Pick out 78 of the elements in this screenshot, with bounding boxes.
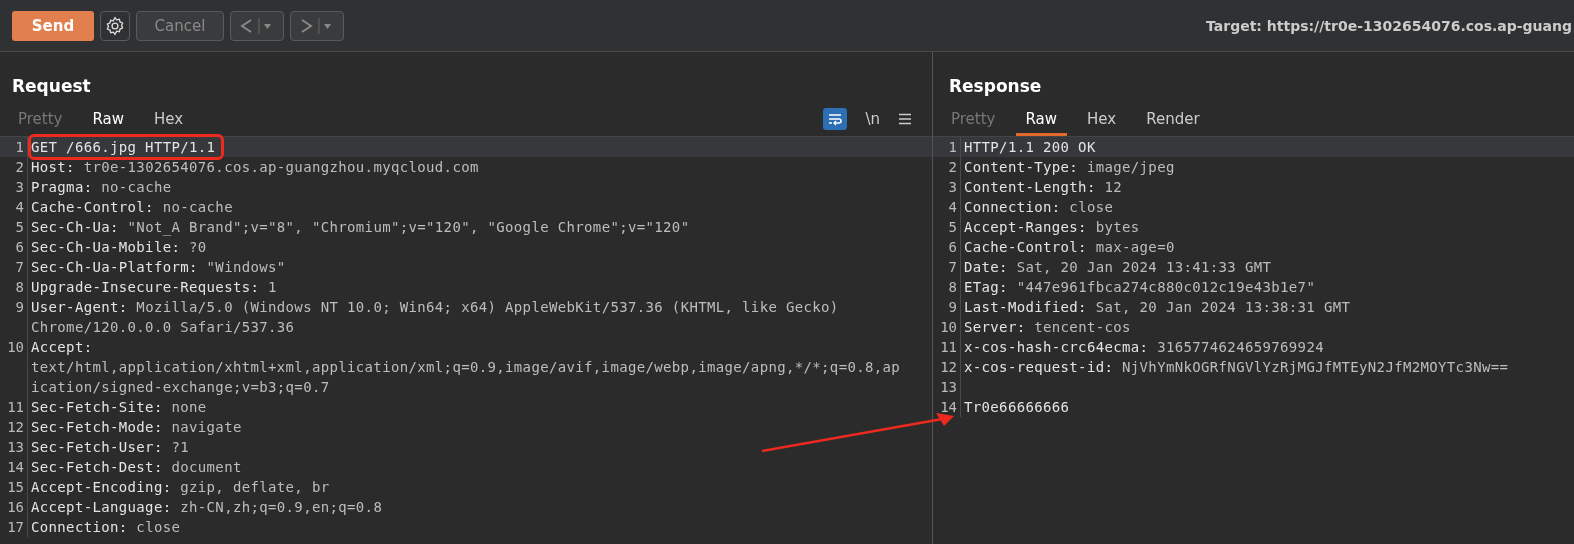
code-line: Date: Sat, 20 Jan 2024 13:41:33 GMT: [964, 258, 1272, 277]
line-number: 4: [0, 197, 28, 217]
line-number: 7: [0, 257, 28, 277]
code-line: Sec-Ch-Ua-Platform: "Windows": [31, 258, 286, 277]
code-line: Sec-Ch-Ua: "Not_A Brand";v="8", "Chromium";v="120", "Google Chrome";v="120": [31, 218, 690, 237]
wrap-toggle[interactable]: [823, 108, 848, 130]
code-line: Connection: close: [31, 518, 181, 537]
code-line: Content-Length: 12: [964, 178, 1123, 197]
code-line: Accept-Language: zh-CN,zh;q=0.9,en;q=0.8: [31, 498, 383, 517]
line-number: 10: [0, 337, 28, 357]
line-number: 16: [0, 497, 28, 517]
pane-title: Request: [11, 75, 92, 98]
code-line: x-cos-hash-crc64ecma: 3165774624659769924: [964, 338, 1324, 357]
code-line: Sec-Ch-Ua-Mobile: ?0: [31, 238, 207, 257]
view-tab[interactable]: Hex: [144, 102, 194, 136]
view-tab[interactable]: Hex: [1077, 102, 1127, 136]
line-number: 8: [933, 277, 961, 297]
line-number: 3: [933, 177, 961, 197]
code-line: Host: tr0e-1302654076.cos.ap-guangzhou.myqcloud.com: [31, 158, 479, 177]
back-button[interactable]: [230, 10, 284, 41]
view-tab[interactable]: Render: [1136, 102, 1210, 136]
code-line: Server: tencent-cos: [964, 318, 1131, 337]
newline-toggle[interactable]: \n: [865, 110, 880, 128]
code-line: Chrome/120.0.0.0 Safari/537.36: [31, 318, 295, 337]
code-line: Last-Modified: Sat, 20 Jan 2024 13:38:31 GMT: [964, 298, 1351, 317]
line-number: 2: [933, 157, 961, 177]
line-number: 4: [933, 197, 961, 217]
line-number: 1: [0, 137, 28, 157]
view-tab[interactable]: Raw: [82, 102, 135, 136]
code-line: Accept-Ranges: bytes: [964, 218, 1140, 237]
code-line: Cache-Control: no-cache: [31, 198, 233, 217]
code-line: Accept:: [31, 338, 93, 357]
code-line: Upgrade-Insecure-Requests: 1: [31, 278, 277, 297]
code-line: User-Agent: Mozilla/5.0 (Windows NT 10.0; Win64; x64) AppleWebKit/537.36 (KHTML, like Gecko): [31, 298, 839, 317]
target-url: Target: https://tr0e-1302654076.cos.ap-guang: [1206, 17, 1572, 34]
line-number: 3: [0, 177, 28, 197]
code-line: Sec-Fetch-Mode: navigate: [31, 418, 242, 437]
line-number: 11: [933, 337, 961, 357]
line-number: 13: [933, 377, 961, 397]
code-line: ETag: "447e961fbca274c880c012c19e43b1e7": [964, 278, 1316, 297]
code-line: Sec-Fetch-Site: none: [31, 398, 207, 417]
code-line: Connection: close: [964, 198, 1114, 217]
wrap-icon: [827, 112, 844, 126]
code-line: Pragma: no-cache: [31, 178, 172, 197]
code-line: ication/signed-exchange;v=b3;q=0.7: [31, 378, 330, 397]
line-number: 12: [933, 357, 961, 377]
line-number: 2: [0, 157, 28, 177]
code-line: Content-Type: image/jpeg: [964, 158, 1175, 177]
settings-button[interactable]: [100, 10, 130, 41]
line-number: 5: [933, 217, 961, 237]
line-number: 13: [0, 437, 28, 457]
line-number: 6: [0, 237, 28, 257]
line-number: 12: [0, 417, 28, 437]
code-line: Accept-Encoding: gzip, deflate, br: [31, 478, 330, 497]
forward-button[interactable]: [290, 10, 344, 41]
menu-icon[interactable]: [898, 113, 912, 125]
code-line: Sec-Fetch-Dest: document: [31, 458, 242, 477]
line-number: 1: [933, 137, 961, 157]
code-line: Sec-Fetch-User: ?1: [31, 438, 190, 457]
code-line: Tr0e66666666: [964, 398, 1070, 417]
pane-title: Response: [948, 75, 1043, 98]
code-line: Cache-Control: max-age=0: [964, 238, 1175, 257]
line-number: 9: [933, 297, 961, 317]
settings-icon: [105, 15, 125, 36]
code-line: text/html,application/xhtml+xml,application/xml;q=0.9,image/avif,image/webp,image/apng,*/*;q=0.8,ap: [31, 358, 901, 377]
code-line: x-cos-request-id: NjVhYmNkOGRfNGVlYzRjMGJfMTEyN2JfM2MOYTc3Nw==: [964, 358, 1509, 377]
line-number: 17: [0, 517, 28, 537]
line-number: 5: [0, 217, 28, 237]
code-line: GET /666.jpg HTTP/1.1: [31, 137, 222, 157]
line-number: 9: [0, 297, 28, 317]
line-number: 10: [933, 317, 961, 337]
line-number: 11: [0, 397, 28, 417]
line-number: 8: [0, 277, 28, 297]
code-line: HTTP/1.1 200 OK: [964, 138, 1096, 157]
line-number: 14: [0, 457, 28, 477]
line-number: 15: [0, 477, 28, 497]
line-number: 7: [933, 257, 961, 277]
line-number: 6: [933, 237, 961, 257]
